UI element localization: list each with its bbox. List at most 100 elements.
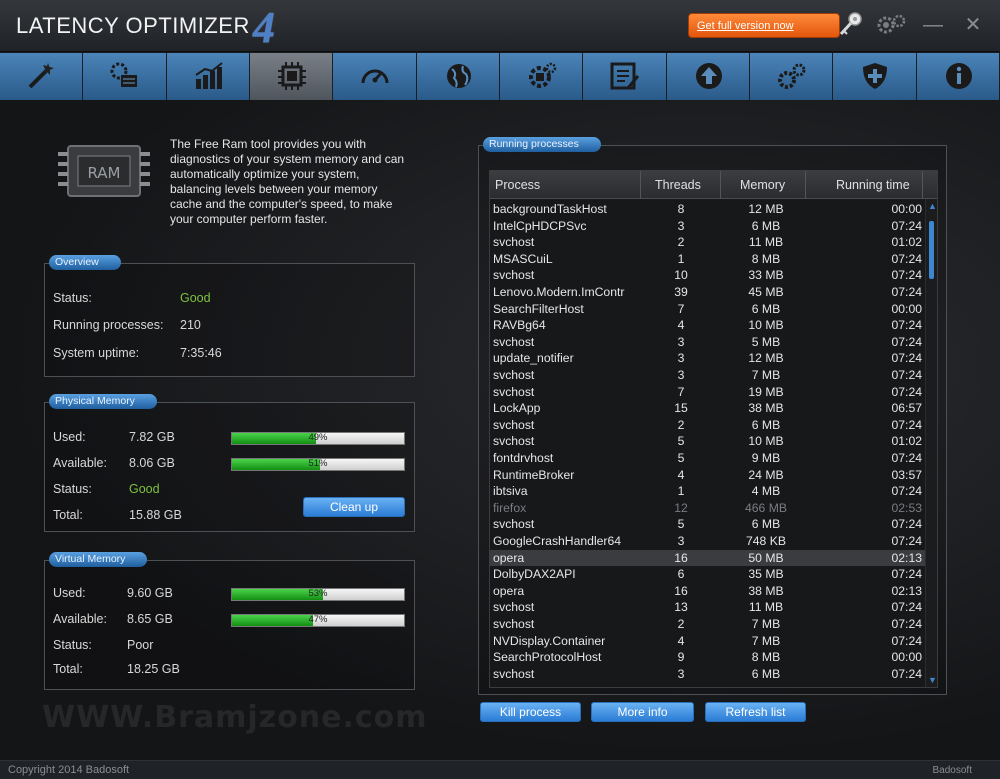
physical-status-label: Status: [53,482,92,496]
tool-info[interactable] [916,53,1000,100]
process-threads: 9 [677,650,685,665]
process-row[interactable]: SearchFilterHost 7 6 MB 00:00 [490,301,928,318]
process-row[interactable]: backgroundTaskHost 8 12 MB 00:00 [490,201,928,218]
process-running-time: 07:24 [891,534,923,548]
process-row[interactable]: svchost 10 33 MB 07:24 [490,267,928,284]
process-name: svchost [493,384,535,399]
process-row[interactable]: svchost 2 6 MB 07:24 [490,417,928,434]
process-name: svchost [493,600,535,615]
process-running-time: 07:24 [891,617,923,631]
process-row[interactable]: firefox 12 466 MB 02:53 [490,500,928,517]
app-title: LATENCY OPTIMIZER [16,13,250,38]
virtual-used-bar: 53% [231,588,405,601]
tool-gears[interactable] [749,53,834,100]
process-name: svchost [493,617,535,631]
process-row[interactable]: opera 16 38 MB 02:13 [490,583,928,600]
tool-speed[interactable] [333,53,417,100]
process-threads: 3 [677,666,685,681]
virtual-available-percent: 47% [308,614,328,625]
key-icon[interactable] [836,10,864,38]
col-process[interactable]: Process [495,178,540,192]
process-row[interactable]: DolbyDAX2API 6 35 MB 07:24 [490,566,928,583]
running-processes-group: Running processes Process Threads Memory… [478,137,947,695]
scroll-thumb[interactable] [929,221,934,279]
process-memory: 8 MB [751,251,781,266]
refresh-list-button[interactable]: Refresh list [705,702,806,722]
physical-memory-title: Physical Memory [49,394,157,409]
tool-security[interactable] [833,53,917,100]
system-uptime-value: 7:35:46 [180,346,222,360]
virtual-total-value: 18.25 GB [127,662,180,676]
col-memory[interactable]: Memory [740,178,785,192]
process-memory: 45 MB [748,285,784,299]
process-row[interactable]: svchost 13 11 MB 07:24 [490,599,928,616]
tool-settings-list[interactable] [83,53,167,100]
process-row[interactable]: Lenovo.Modern.ImContr 39 45 MB 07:24 [490,284,928,301]
process-running-time: 07:24 [891,633,923,648]
process-running-time: 07:24 [891,567,923,582]
process-row[interactable]: RAVBg64 4 10 MB 07:24 [490,317,928,334]
process-threads: 16 [674,583,688,598]
process-running-time: 07:24 [891,384,923,399]
tool-editor[interactable] [583,53,667,100]
process-row[interactable]: IntelCpHDCPSvc 3 6 MB 07:24 [490,218,928,235]
col-running-time[interactable]: Running time [836,178,910,192]
process-row[interactable]: svchost 5 6 MB 07:24 [490,516,928,533]
process-row[interactable]: svchost 5 10 MB 01:02 [490,433,928,450]
process-row[interactable]: svchost 2 11 MB 01:02 [490,234,928,251]
process-memory: 9 MB [751,451,781,465]
physical-available-bar: 51% [231,458,405,471]
scroll-up-arrow-icon[interactable]: ▲ [928,201,937,211]
physical-used-percent: 49% [308,432,328,443]
process-row[interactable]: fontdrvhost 5 9 MB 07:24 [490,450,928,467]
tool-internet[interactable] [416,53,500,100]
system-uptime-label: System uptime: [53,346,140,360]
process-row[interactable]: svchost 7 19 MB 07:24 [490,384,928,401]
scroll-down-arrow-icon[interactable]: ▼ [928,675,937,685]
process-scrollbar[interactable]: ▲ ▼ [925,199,937,687]
clean-up-button[interactable]: Clean up [303,497,405,517]
process-threads: 3 [677,534,685,548]
process-row[interactable]: SearchProtocolHost 9 8 MB 00:00 [490,649,928,666]
settings-gears-icon[interactable] [876,12,906,38]
tool-update[interactable] [666,53,750,100]
process-threads: 3 [677,368,685,382]
process-row[interactable]: NVDisplay.Container 4 7 MB 07:24 [490,633,928,650]
process-row[interactable]: GoogleCrashHandler64 3 748 KB 07:24 [490,533,928,550]
process-name: NVDisplay.Container [493,633,606,648]
process-table[interactable]: Process Threads Memory Running time back… [489,170,938,688]
footer: Copyright 2014 Badosoft Badosoft [0,760,1000,779]
close-button[interactable]: ✕ [960,12,986,38]
process-threads: 10 [674,268,688,283]
tool-statistics[interactable] [166,53,250,100]
process-name: firefox [493,500,527,515]
toolbar [0,53,1000,100]
process-row[interactable]: svchost 3 7 MB 07:24 [490,367,928,384]
process-memory: 748 KB [746,534,786,548]
minimize-button[interactable]: — [920,12,946,38]
process-memory: 35 MB [748,567,784,582]
tool-wand[interactable] [0,53,84,100]
process-row[interactable]: svchost 3 5 MB 07:24 [490,334,928,351]
more-info-button[interactable]: More info [591,702,694,722]
get-full-version-button[interactable]: Get full version now [688,13,840,38]
process-name: svchost [493,368,535,382]
process-row[interactable]: MSASCuiL 1 8 MB 07:24 [490,251,928,268]
process-row[interactable]: ibtsiva 1 4 MB 07:24 [490,483,928,500]
tool-cpu[interactable] [499,53,584,100]
process-threads: 7 [677,384,685,399]
kill-process-button[interactable]: Kill process [480,702,581,722]
process-name: MSASCuiL [493,251,553,266]
process-name: svchost [493,517,535,532]
virtual-status-value: Poor [127,638,154,652]
process-row[interactable]: RuntimeBroker 4 24 MB 03:57 [490,467,928,484]
process-row[interactable]: svchost 3 6 MB 07:24 [490,666,928,683]
process-row[interactable]: LockApp 15 38 MB 06:57 [490,400,928,417]
process-row[interactable]: update_notifier 3 12 MB 07:24 [490,350,928,367]
col-threads[interactable]: Threads [655,178,701,192]
process-row[interactable]: svchost 2 7 MB 07:24 [490,616,928,633]
process-name: GoogleCrashHandler64 [493,534,622,548]
process-row[interactable]: opera 16 50 MB 02:13 [490,549,928,567]
physical-available-percent: 51% [308,458,328,469]
tool-free-ram[interactable] [249,53,334,100]
